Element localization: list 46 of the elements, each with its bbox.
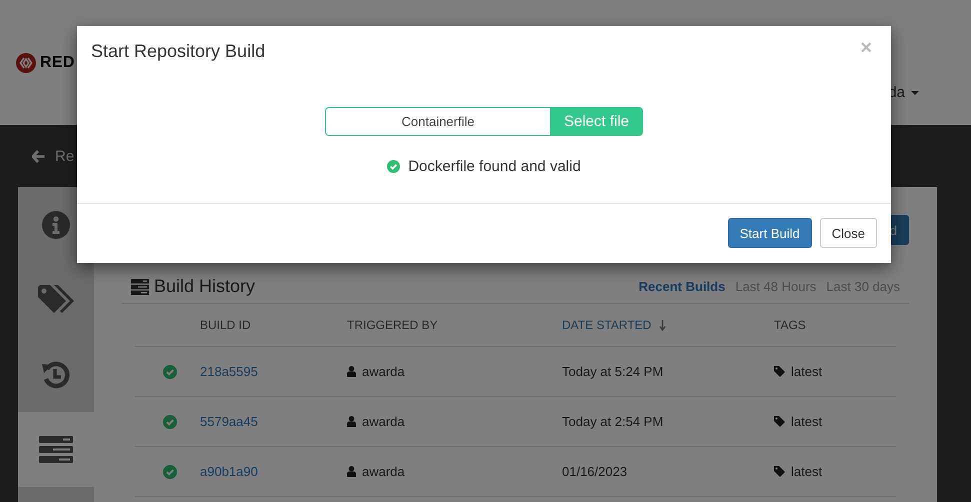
tags-icon xyxy=(38,284,74,314)
column-header[interactable]: TAGS xyxy=(774,318,806,332)
section-title: Build History xyxy=(154,276,256,297)
caret-icon xyxy=(911,90,919,94)
build-id-link[interactable]: 5579aa45 xyxy=(200,414,347,429)
tag-name[interactable]: latest xyxy=(791,464,822,479)
user-icon xyxy=(347,466,356,477)
start-build-button[interactable]: Start Build xyxy=(728,218,812,248)
check-circle-icon xyxy=(162,414,176,428)
logo-icon xyxy=(16,52,36,72)
user-icon xyxy=(347,366,356,377)
user-icon xyxy=(347,416,356,427)
tag-icon xyxy=(774,466,785,477)
user-name: awarda xyxy=(362,414,405,429)
tag-name[interactable]: latest xyxy=(791,364,822,379)
tag-name[interactable]: latest xyxy=(791,414,822,429)
column-header[interactable]: DATE STARTED xyxy=(562,318,652,332)
server-list-icon xyxy=(39,436,73,464)
history-icon xyxy=(41,360,71,390)
date-text: 01/16/2023 xyxy=(562,464,628,479)
date-text: Today at 5:24 PM xyxy=(562,364,664,379)
status-message: Dockerfile found and valid xyxy=(408,158,581,174)
logo-text: RED xyxy=(40,54,75,72)
back-link[interactable]: Re xyxy=(55,148,74,164)
back-arrow-icon[interactable] xyxy=(32,150,45,162)
close-button[interactable]: × xyxy=(855,41,877,55)
close-button[interactable]: Close xyxy=(820,218,877,248)
user-name: awarda xyxy=(362,364,405,379)
filter-tab[interactable]: Recent Builds xyxy=(638,279,726,294)
server-list-icon xyxy=(131,278,149,294)
info-icon xyxy=(42,210,70,238)
column-header[interactable]: BUILD ID xyxy=(200,318,251,332)
user-name: awarda xyxy=(362,464,405,479)
check-circle-icon xyxy=(387,160,400,172)
tag-icon xyxy=(774,366,785,377)
date-text: Today at 2:54 PM xyxy=(562,414,664,429)
column-header[interactable]: TRIGGERED BY xyxy=(347,318,438,332)
build-id-link[interactable]: a90b1a90 xyxy=(200,464,347,479)
select-file-button[interactable]: Select file xyxy=(550,107,643,136)
tag-icon xyxy=(774,416,785,427)
check-circle-icon xyxy=(162,364,176,378)
dialog-title: Start Repository Build xyxy=(91,41,266,61)
check-circle-icon xyxy=(162,464,176,478)
build-id-link[interactable]: 218a5595 xyxy=(200,364,347,379)
file-name-field[interactable]: Containerfile xyxy=(325,107,550,136)
sort-arrow-icon xyxy=(659,320,666,330)
